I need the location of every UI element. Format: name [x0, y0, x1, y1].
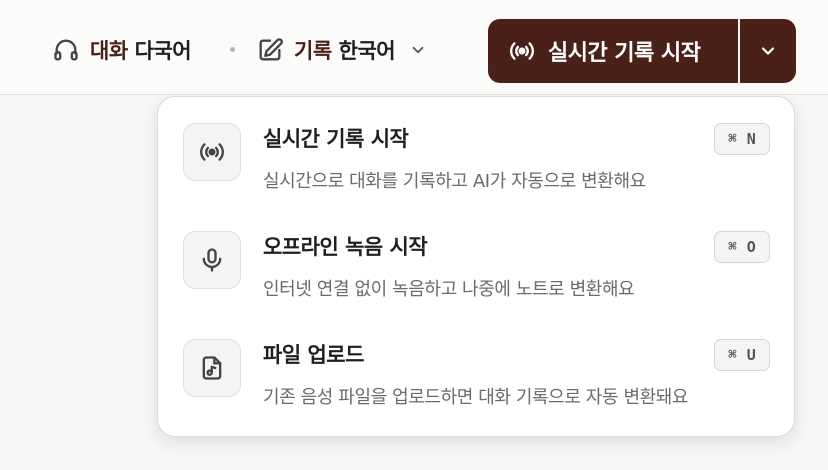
- start-button-label: 실시간 기록 시작: [548, 41, 701, 66]
- start-options-dropdown-button[interactable]: [740, 19, 796, 83]
- command-key: ⌘: [728, 131, 737, 147]
- separator-dot: [230, 47, 235, 52]
- chevron-down-icon: [758, 41, 778, 61]
- audio-file-icon: [183, 339, 241, 397]
- edit-icon: [256, 36, 284, 64]
- menu-item-description: 기존 음성 파일을 업로드하면 대화 기록으로 자동 변환돼요: [263, 387, 689, 408]
- record-language-selector[interactable]: 기록 한국어: [256, 32, 427, 68]
- command-key: ⌘: [728, 239, 737, 255]
- start-live-recording-button[interactable]: 실시간 기록 시작: [488, 19, 738, 83]
- menu-item-offline-recording[interactable]: 오프라인 녹음 시작 인터넷 연결 없이 녹음하고 나중에 노트로 변환해요 ⌘…: [158, 205, 794, 305]
- menu-item-description: 실시간으로 대화를 기록하고 AI가 자동으로 변환해요: [263, 171, 646, 192]
- chevron-down-icon: [409, 41, 427, 59]
- shortcut-key: U: [746, 346, 756, 364]
- broadcast-icon: [508, 37, 536, 65]
- shortcut-badge: ⌘ U: [714, 339, 770, 371]
- conversation-language-selector[interactable]: 대화 다국어: [52, 32, 192, 68]
- microphone-icon: [183, 231, 241, 289]
- menu-item-title: 실시간 기록 시작: [263, 127, 409, 151]
- headset-icon: [52, 36, 80, 64]
- menu-item-title: 파일 업로드: [263, 343, 364, 367]
- shortcut-key: O: [746, 238, 756, 256]
- shortcut-badge: ⌘ N: [714, 123, 770, 155]
- shortcut-badge: ⌘ O: [714, 231, 770, 263]
- menu-item-title: 오프라인 녹음 시작: [263, 235, 428, 259]
- conversation-language-value: 다국어: [134, 39, 192, 63]
- broadcast-icon: [183, 123, 241, 181]
- start-options-menu: 실시간 기록 시작 실시간으로 대화를 기록하고 AI가 자동으로 변환해요 ⌘…: [157, 96, 795, 437]
- record-label: 기록: [294, 39, 332, 63]
- record-language-value: 한국어: [338, 39, 396, 63]
- menu-item-description: 인터넷 연결 없이 녹음하고 나중에 노트로 변환해요: [263, 279, 635, 300]
- conversation-label: 대화: [90, 39, 128, 63]
- command-key: ⌘: [728, 347, 737, 363]
- menu-item-live-recording[interactable]: 실시간 기록 시작 실시간으로 대화를 기록하고 AI가 자동으로 변환해요 ⌘…: [158, 97, 794, 197]
- top-toolbar: 대화 다국어 기록 한국어 실시간 기록 시작: [0, 0, 828, 95]
- shortcut-key: N: [746, 130, 756, 148]
- menu-item-file-upload[interactable]: 파일 업로드 기존 음성 파일을 업로드하면 대화 기록으로 자동 변환돼요 ⌘…: [158, 313, 794, 413]
